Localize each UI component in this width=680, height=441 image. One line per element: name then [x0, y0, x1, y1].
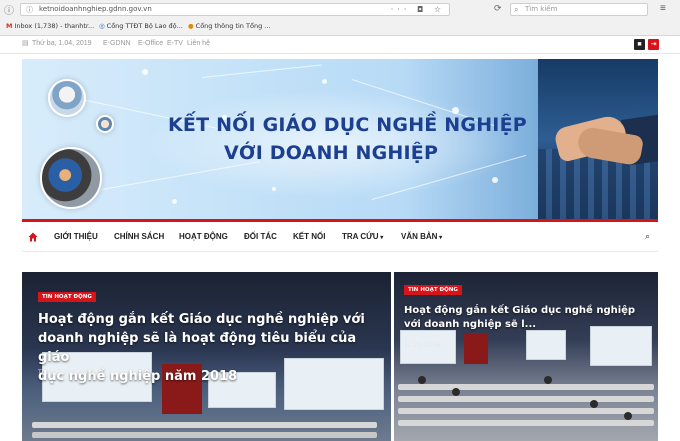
workshop-photo-circle: [40, 147, 102, 209]
side-date: 12 20, 2018: [404, 342, 441, 349]
site-topbar: ▤ Thứ ba, 1.04, 2019 E-GDNN E-Office E-T…: [0, 36, 680, 54]
featured-date: Tháng 12 20, 2018: [38, 369, 95, 376]
network-node: [272, 187, 276, 191]
bookmark-molisa[interactable]: ◎ Cổng TTĐT Bộ Lao độ...: [99, 20, 183, 32]
chevron-down-icon: ▾: [437, 235, 443, 241]
bookmark-gmail[interactable]: M Inbox (1,738) - thanhtr...: [6, 20, 94, 32]
bookmark-label: Inbox (1,738) - thanhtr...: [14, 22, 95, 30]
topbar-link-etv[interactable]: E-TV: [167, 36, 183, 52]
topbar-link-contact[interactable]: Liên hệ: [187, 36, 210, 52]
audience-row: [32, 432, 377, 438]
nav-item-hoat-dong[interactable]: HOẠT ĐỘNG: [179, 222, 228, 252]
network-line: [202, 64, 322, 78]
headline-line: Hoạt động gắn kết Giáo dục nghề nghiệp v…: [38, 312, 365, 327]
audience-row: [398, 384, 654, 390]
headline-line: với doanh nghiệp sẽ l...: [404, 319, 537, 330]
search-placeholder: Tìm kiếm: [525, 5, 558, 13]
search-icon: ⌕: [514, 5, 519, 14]
attendee: [418, 376, 426, 384]
attendee: [590, 400, 598, 408]
gmail-icon: M: [6, 22, 13, 30]
bookmark-portal[interactable]: ● Cổng thông tin Tổng ...: [188, 20, 270, 32]
address-bar[interactable]: ⓘ ketnoidoanhnghiep.gdnn.gov.vn ··· ◘ ☆: [20, 3, 450, 16]
network-node: [492, 177, 498, 183]
audience-row: [32, 422, 377, 428]
url-actions: ··· ◘ ☆: [391, 4, 445, 15]
hero-banner: KẾT NỐI GIÁO DỤC NGHỀ NGHIỆP VỚI DOANH N…: [22, 59, 658, 219]
calendar-icon: ▤: [22, 40, 29, 47]
main-nav: GIỚI THIỆU CHÍNH SÁCH HOẠT ĐỘNG ĐỐI TÁC …: [22, 222, 658, 252]
nav-item-chinh-sach[interactable]: CHÍNH SÁCH: [114, 222, 164, 252]
signin-icon[interactable]: ⇥: [648, 39, 659, 50]
site-info-icon[interactable]: ⓘ: [26, 5, 33, 16]
category-badge[interactable]: TIN HOẠT ĐỘNG: [38, 292, 96, 302]
network-node: [322, 79, 327, 84]
audience-row: [398, 408, 654, 414]
bookmark-label: Cổng thông tin Tổng ...: [195, 22, 271, 30]
featured-article-card[interactable]: TIN HOẠT ĐỘNG Hoạt động gắn kết Giáo dục…: [22, 272, 391, 441]
attendee: [452, 388, 460, 396]
network-node: [452, 107, 459, 114]
side-headline[interactable]: Hoạt động gắn kết Giáo dục nghề nghiệp v…: [404, 304, 654, 332]
headline-line: Hoạt động gắn kết Giáo dục nghề nghiệp: [404, 305, 636, 316]
headline-line: doanh nghiệp sẽ là hoạt động tiêu biểu c…: [38, 331, 357, 365]
globe-icon: ◎: [99, 22, 105, 30]
network-node: [172, 199, 177, 204]
stage-backdrop: [464, 334, 488, 364]
browser-chrome: ⓘ ⓘ ketnoidoanhnghiep.gdnn.gov.vn ··· ◘ …: [0, 0, 680, 36]
url-text: ketnoidoanhnghiep.gdnn.gov.vn: [39, 5, 152, 13]
info-icon[interactable]: ⓘ: [4, 2, 14, 17]
banner-title-line1: KẾT NỐI GIÁO DỤC NGHỀ NGHIỆP: [168, 114, 527, 136]
nav-label: TRA CỨU: [342, 232, 379, 241]
conference-screen-right: [590, 326, 652, 366]
bookmark-label: Cổng TTĐT Bộ Lao độ...: [106, 22, 183, 30]
bookmark-star-icon[interactable]: ☆: [434, 5, 445, 14]
lock-icon[interactable]: ■: [634, 39, 645, 50]
topbar-link-egdnn[interactable]: E-GDNN: [103, 36, 131, 52]
nav-item-tra-cuu[interactable]: TRA CỨU ▾: [342, 222, 383, 252]
side-article-card[interactable]: TIN HOẠT ĐỘNG Hoạt động gắn kết Giáo dục…: [394, 272, 658, 441]
audience-row: [398, 396, 654, 402]
student-photo-circle: [96, 115, 114, 133]
attendee: [624, 412, 632, 420]
home-icon[interactable]: [28, 232, 38, 242]
lab-photo-circle: [48, 79, 86, 117]
topbar-link-eoffice[interactable]: E-Office: [138, 36, 163, 52]
nav-item-doi-tac[interactable]: ĐỐI TÁC: [244, 222, 277, 252]
hamburger-menu-icon[interactable]: ≡: [660, 3, 666, 14]
nav-item-gioi-thieu[interactable]: GIỚI THIỆU: [54, 222, 98, 252]
banner-title-line2: VỚI DOANH NGHIỆP: [224, 142, 439, 164]
chevron-down-icon: ▾: [378, 235, 384, 241]
reader-icon[interactable]: ⟳: [494, 3, 502, 14]
pocket-icon[interactable]: ◘: [417, 5, 427, 14]
nav-item-ket-noi[interactable]: KẾT NỐI: [293, 222, 325, 252]
nav-item-van-ban[interactable]: VĂN BẢN ▾: [401, 222, 442, 252]
network-node: [142, 69, 148, 75]
more-icon[interactable]: ···: [391, 5, 411, 14]
conference-screen-center: [526, 330, 566, 360]
handshake-image: [538, 59, 658, 219]
nav-label: VĂN BẢN: [401, 232, 438, 241]
attendee: [544, 376, 552, 384]
site-search-icon[interactable]: ⌕: [645, 231, 650, 242]
audience-row: [398, 420, 654, 426]
category-badge[interactable]: TIN HOẠT ĐỘNG: [404, 285, 462, 295]
portal-icon: ●: [188, 22, 194, 30]
current-date: Thứ ba, 1.04, 2019: [32, 40, 92, 47]
browser-search-input[interactable]: ⌕ Tìm kiếm: [510, 3, 648, 16]
